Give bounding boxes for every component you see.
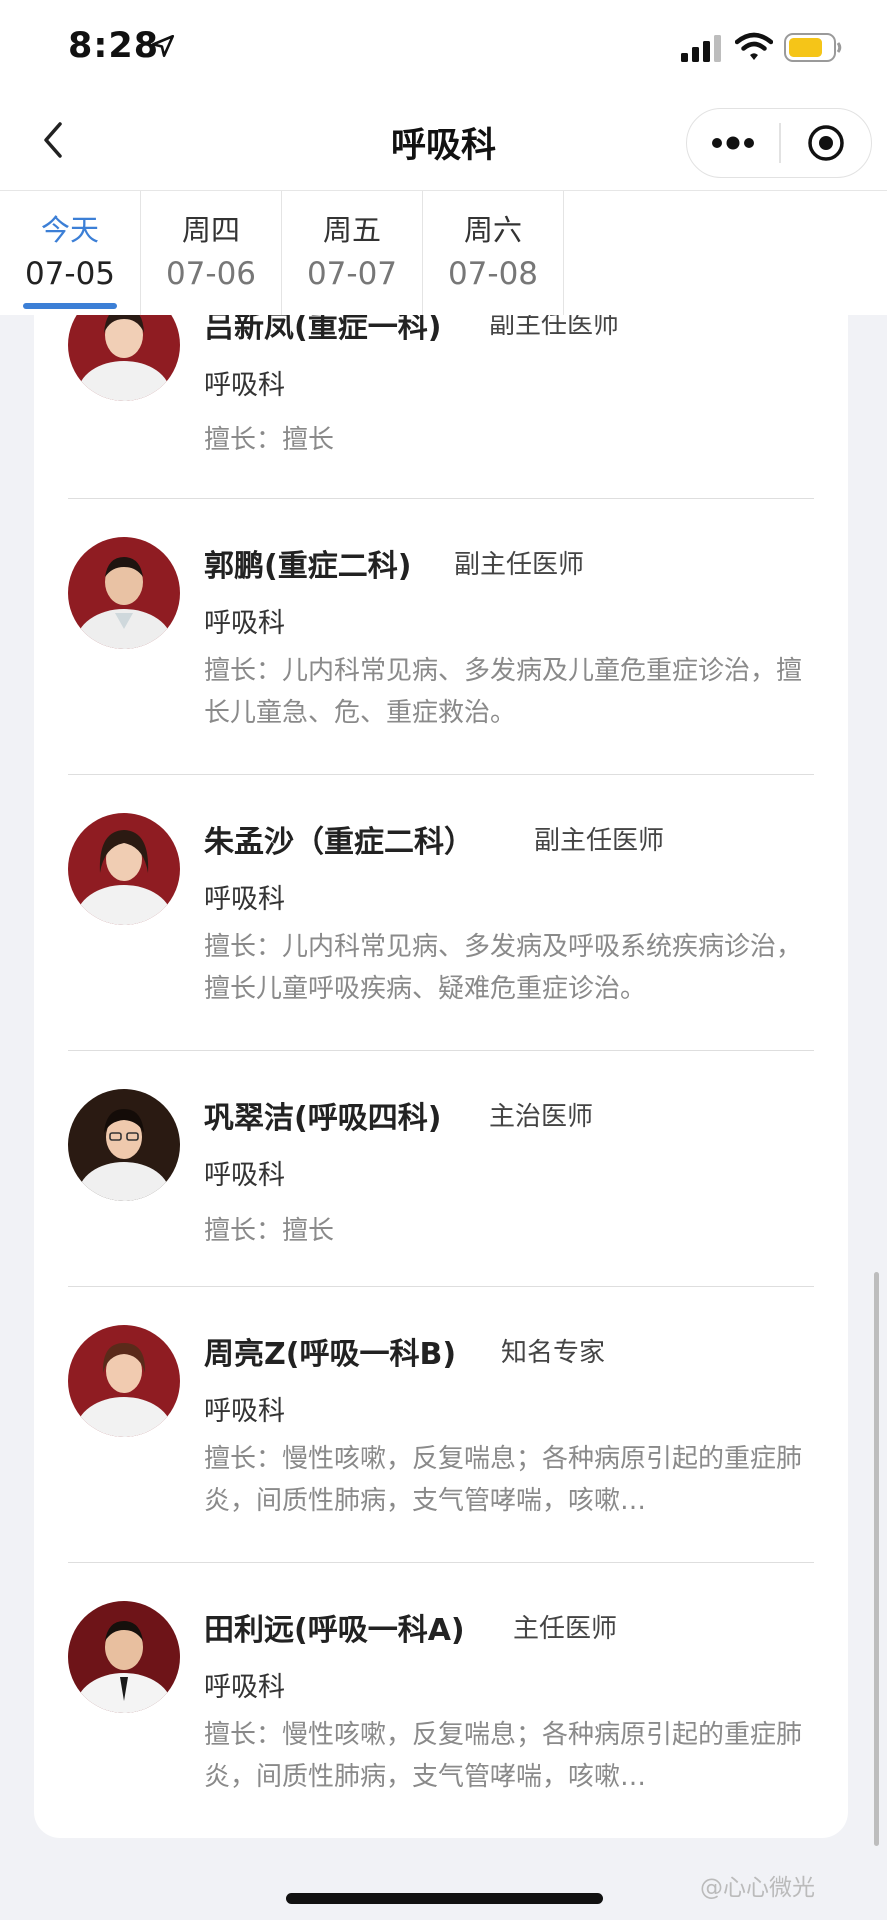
- tab-friday[interactable]: 周五 07-07: [282, 191, 423, 315]
- doctor-title: 副主任医师: [454, 550, 585, 580]
- doctor-item[interactable]: 周亮Z(呼吸一科B) 知名专家 呼吸科 擅长：慢性咳嗽，反复喘息；各种病原引起的…: [34, 1287, 848, 1563]
- tab-saturday[interactable]: 周六 07-08: [423, 191, 564, 315]
- location-arrow-icon: [151, 34, 175, 58]
- doctor-item[interactable]: 吕新凤(重症一科) 副主任医师 呼吸科 擅长：擅长: [34, 315, 848, 499]
- doctor-name: 朱孟沙（重症二科）: [204, 825, 474, 860]
- tab-today[interactable]: 今天 07-05: [0, 191, 141, 315]
- doctor-item[interactable]: 朱孟沙（重症二科） 副主任医师 呼吸科 擅长：儿内科常见病、多发病及呼吸系统疾病…: [34, 775, 848, 1051]
- mini-program-capsule: [686, 108, 872, 178]
- doctor-name: 吕新凤(重症一科): [204, 315, 442, 345]
- doctor-department: 呼吸科: [204, 884, 285, 915]
- battery-icon: [784, 33, 842, 62]
- tab-date: 07-05: [24, 256, 116, 292]
- doctor-title: 主治医师: [489, 1102, 594, 1132]
- home-indicator[interactable]: [286, 1893, 603, 1904]
- tab-thursday[interactable]: 周四 07-06: [141, 191, 282, 315]
- doctor-avatar: [68, 813, 180, 925]
- tab-weekday: 周六: [463, 213, 522, 247]
- scrollbar[interactable]: [874, 1272, 879, 1846]
- doctor-department: 呼吸科: [204, 1396, 285, 1427]
- status-time: 8:28: [68, 26, 160, 66]
- doctor-avatar: [68, 1601, 180, 1713]
- doctor-specialty: 擅长：儿内科常见病、多发病及儿童危重症诊治，擅长儿童急、危、重症救治。: [204, 656, 803, 728]
- doctor-item[interactable]: 田利远(呼吸一科A) 主任医师 呼吸科 擅长：慢性咳嗽，反复喘息；各种病原引起的…: [34, 1563, 848, 1838]
- doctor-specialty: 擅长：慢性咳嗽，反复喘息；各种病原引起的重症肺炎，间质性肺病，支气管哮喘，咳嗽…: [204, 1720, 803, 1792]
- watermark: @心心微光: [700, 1875, 815, 1901]
- date-tabs: 今天 07-05 周四 07-06 周五 07-07 周六 07-08: [0, 190, 887, 315]
- navigation-bar: 呼吸科: [0, 95, 887, 190]
- doctor-avatar: [68, 1325, 180, 1437]
- tab-date: 07-07: [306, 256, 398, 292]
- signal-icon: [681, 35, 721, 62]
- tab-weekday: 周五: [322, 213, 381, 247]
- doctor-title: 副主任医师: [489, 315, 620, 340]
- doctor-avatar: [68, 1089, 180, 1201]
- close-mini-program-button[interactable]: [781, 109, 871, 177]
- mini-program-close-icon: [808, 125, 844, 161]
- doctor-avatar: [68, 537, 180, 649]
- doctor-specialty: 擅长：擅长: [204, 425, 335, 455]
- doctor-name: 郭鹏(重症二科): [204, 549, 412, 584]
- doctor-name: 周亮Z(呼吸一科B): [204, 1337, 457, 1372]
- doctor-list: 吕新凤(重症一科) 副主任医师 呼吸科 擅长：擅长 郭鹏(重症二科) 副主任医师…: [34, 315, 848, 1838]
- doctor-specialty: 擅长：儿内科常见病、多发病及呼吸系统疾病诊治，擅长儿童呼吸疾病、疑难危重症诊治。: [204, 932, 803, 1004]
- doctor-name: 田利远(呼吸一科A): [204, 1613, 465, 1648]
- doctor-department: 呼吸科: [204, 608, 285, 639]
- doctor-item[interactable]: 巩翠洁(呼吸四科) 主治医师 呼吸科 擅长：擅长: [34, 1051, 848, 1287]
- more-dots-icon: [712, 136, 754, 150]
- tab-date: 07-06: [165, 256, 257, 292]
- doctor-title: 主任医师: [513, 1614, 618, 1644]
- doctor-department: 呼吸科: [204, 370, 285, 401]
- wifi-icon: [735, 32, 773, 60]
- more-button[interactable]: [687, 109, 779, 177]
- active-tab-underline: [23, 303, 117, 309]
- doctor-specialty: 擅长：慢性咳嗽，反复喘息；各种病原引起的重症肺炎，间质性肺病，支气管哮喘，咳嗽…: [204, 1444, 803, 1516]
- doctor-department: 呼吸科: [204, 1672, 285, 1703]
- doctor-title: 副主任医师: [534, 826, 665, 856]
- tab-date: 07-08: [447, 256, 539, 292]
- status-bar: 8:28: [0, 0, 887, 95]
- doctor-name: 巩翠洁(呼吸四科): [204, 1101, 442, 1136]
- tab-weekday: 周四: [181, 213, 240, 247]
- doctor-item[interactable]: 郭鹏(重症二科) 副主任医师 呼吸科 擅长：儿内科常见病、多发病及儿童危重症诊治…: [34, 499, 848, 775]
- doctor-title: 知名专家: [501, 1338, 606, 1368]
- doctor-specialty: 擅长：擅长: [204, 1216, 335, 1246]
- doctor-department: 呼吸科: [204, 1160, 285, 1191]
- tab-weekday: 今天: [40, 213, 99, 247]
- doctor-avatar: [68, 315, 180, 401]
